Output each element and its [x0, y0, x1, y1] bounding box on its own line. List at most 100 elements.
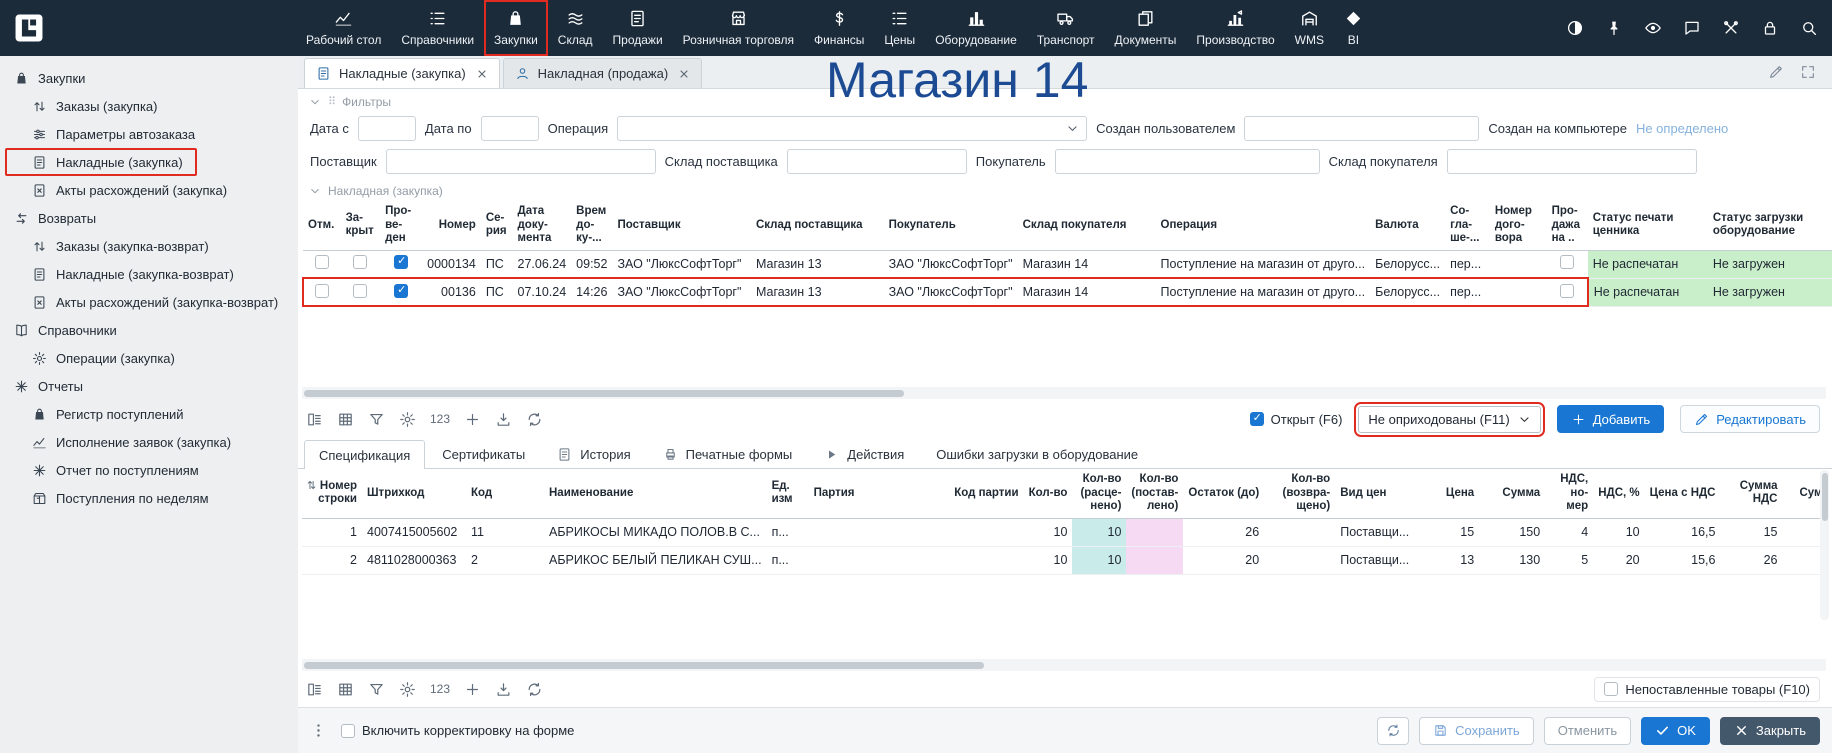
sidebar-item[interactable]: Накладные (закупка-возврат)	[0, 260, 298, 288]
column-header[interactable]: Со-гла-ше-...	[1445, 201, 1490, 250]
sidebar-group[interactable]: Отчеты	[0, 372, 298, 400]
topbar-item[interactable]: WMS	[1285, 0, 1334, 56]
column-header[interactable]: Код	[466, 469, 544, 518]
filter-funnel-icon[interactable]	[368, 681, 385, 698]
sidebar-item[interactable]: Заказы (закупка-возврат)	[0, 232, 298, 260]
topbar-item[interactable]: Цены	[874, 0, 925, 56]
column-header[interactable]: Про-дажана ..	[1547, 201, 1588, 250]
gear-icon[interactable]	[399, 411, 416, 428]
lock-icon[interactable]	[1761, 19, 1779, 37]
list-layout-icon[interactable]	[306, 411, 323, 428]
topbar-item[interactable]: Закупки	[484, 0, 548, 56]
download-icon[interactable]	[495, 681, 512, 698]
sidebar-item[interactable]: Акты расхождений (закупка-возврат)	[0, 288, 298, 316]
column-header[interactable]: СуммаНДС	[1721, 469, 1783, 518]
horizontal-scrollbar[interactable]	[302, 659, 1826, 671]
numbers-toggle[interactable]: 123	[430, 412, 450, 426]
filter-input[interactable]	[481, 116, 539, 141]
column-header[interactable]: Кол-во(возвра-щено)	[1264, 469, 1335, 518]
scrollbar-thumb[interactable]	[1822, 473, 1828, 521]
topbar-item[interactable]: Справочники	[391, 0, 484, 56]
sort-icon[interactable]: ⇅	[307, 480, 316, 493]
filter-funnel-icon[interactable]	[368, 411, 385, 428]
topbar-item[interactable]: Оборудование	[925, 0, 1027, 56]
sidebar-item[interactable]: Акты расхождений (закупка)	[0, 176, 298, 204]
column-header[interactable]: Ед.изм	[767, 469, 809, 518]
column-header[interactable]: Поставщик	[612, 201, 750, 250]
horizontal-scrollbar[interactable]	[302, 387, 1826, 399]
open-filter-checkbox[interactable]: Открыт (F6)	[1250, 412, 1343, 427]
plus-icon[interactable]	[464, 411, 481, 428]
filter-select[interactable]	[617, 116, 1087, 141]
filter-input[interactable]	[386, 149, 656, 174]
chat-icon[interactable]	[1683, 19, 1701, 37]
refresh-button[interactable]	[1377, 717, 1409, 745]
sidebar-group[interactable]: Справочники	[0, 316, 298, 344]
topbar-item[interactable]: Транспорт	[1027, 0, 1105, 56]
column-header[interactable]: Сумма	[1479, 469, 1545, 518]
column-header[interactable]: Кол-во(расце-нено)	[1072, 469, 1126, 518]
filter-input[interactable]	[1447, 149, 1697, 174]
checkbox[interactable]	[353, 284, 367, 298]
column-header[interactable]: Кол-во(постав-лено)	[1126, 469, 1183, 518]
search-icon[interactable]	[1800, 19, 1818, 37]
detail-tab[interactable]: История	[542, 440, 645, 468]
repeat-icon[interactable]	[526, 681, 543, 698]
edit-pencil-icon[interactable]	[1768, 64, 1784, 80]
invoice-section-header[interactable]: Накладная (закупка)	[298, 180, 1832, 201]
sidebar-item[interactable]: Поступления по неделям	[0, 484, 298, 512]
checkbox[interactable]	[353, 255, 367, 269]
topbar-item[interactable]: Продажи	[603, 0, 673, 56]
topbar-item[interactable]: Розничная торговля	[673, 0, 804, 56]
topbar-item[interactable]: Рабочий стол	[296, 0, 391, 56]
table-row[interactable]: 248110280003632АБРИКОС БЕЛЫЙ ПЕЛИКАН СУШ…	[302, 546, 1828, 574]
column-header[interactable]: Остаток (до)	[1183, 469, 1264, 518]
list-layout-icon[interactable]	[306, 681, 323, 698]
scrollbar-thumb[interactable]	[304, 662, 984, 669]
column-header[interactable]: Код партии	[921, 469, 1024, 518]
filters-section-header[interactable]: ⠿ Фильтры	[298, 91, 1832, 112]
table-row[interactable]: 1400741500560211АБРИКОСЫ МИКАДО ПОЛОВ.В …	[302, 518, 1828, 546]
detail-tab[interactable]: Ошибки загрузки в оборудование	[921, 440, 1153, 468]
status-filter-dropdown[interactable]: Не оприходованы (F11)	[1358, 406, 1540, 433]
column-header[interactable]: Штрихкод	[362, 469, 466, 518]
undelivered-checkbox[interactable]: Непоставленные товары (F10)	[1594, 677, 1820, 702]
close-icon[interactable]	[678, 68, 690, 80]
download-icon[interactable]	[495, 411, 512, 428]
filter-input[interactable]	[1055, 149, 1320, 174]
topbar-item[interactable]: BI	[1334, 0, 1373, 56]
topbar-item[interactable]: Документы	[1105, 0, 1187, 56]
checkbox[interactable]	[394, 255, 408, 269]
table-grid-icon[interactable]	[337, 411, 354, 428]
column-header[interactable]: Отм.	[303, 201, 341, 250]
column-header[interactable]: Статус загрузкиоборудование	[1708, 201, 1832, 250]
column-header[interactable]: Партия	[809, 469, 921, 518]
vertical-scrollbar[interactable]	[1820, 470, 1829, 620]
sidebar-item[interactable]: Параметры автозаказа	[0, 120, 298, 148]
column-header[interactable]: Датадоку-мента	[513, 201, 572, 250]
ok-button[interactable]: OK	[1641, 717, 1710, 745]
column-header[interactable]: Цена	[1424, 469, 1479, 518]
detail-tab[interactable]: Действия	[809, 440, 919, 468]
checkbox[interactable]	[315, 255, 329, 269]
column-header[interactable]: Про-ве-ден	[380, 201, 422, 250]
checkbox[interactable]	[1560, 284, 1574, 298]
checkbox[interactable]	[315, 284, 329, 298]
column-header[interactable]: За-крыт	[341, 201, 381, 250]
document-tab[interactable]: Накладные (закупка)	[304, 58, 500, 88]
scrollbar-thumb[interactable]	[304, 390, 904, 397]
column-header[interactable]: Вид цен	[1335, 469, 1424, 518]
gear-icon[interactable]	[399, 681, 416, 698]
column-header[interactable]: ⇅Номерстроки	[302, 469, 362, 518]
filter-input[interactable]	[787, 149, 967, 174]
column-header[interactable]: НДС, %	[1593, 469, 1644, 518]
filter-input[interactable]	[358, 116, 416, 141]
sidebar-group[interactable]: Закупки	[0, 64, 298, 92]
close-button[interactable]: Закрыть	[1720, 717, 1820, 745]
column-header[interactable]: Времдо-ку-...	[571, 201, 612, 250]
fullscreen-icon[interactable]	[1800, 64, 1816, 80]
sidebar-group[interactable]: Возвраты	[0, 204, 298, 232]
save-button[interactable]: Сохранить	[1419, 717, 1534, 745]
topbar-item[interactable]: Склад	[548, 0, 603, 56]
column-header[interactable]: Склад покупателя	[1018, 201, 1156, 250]
